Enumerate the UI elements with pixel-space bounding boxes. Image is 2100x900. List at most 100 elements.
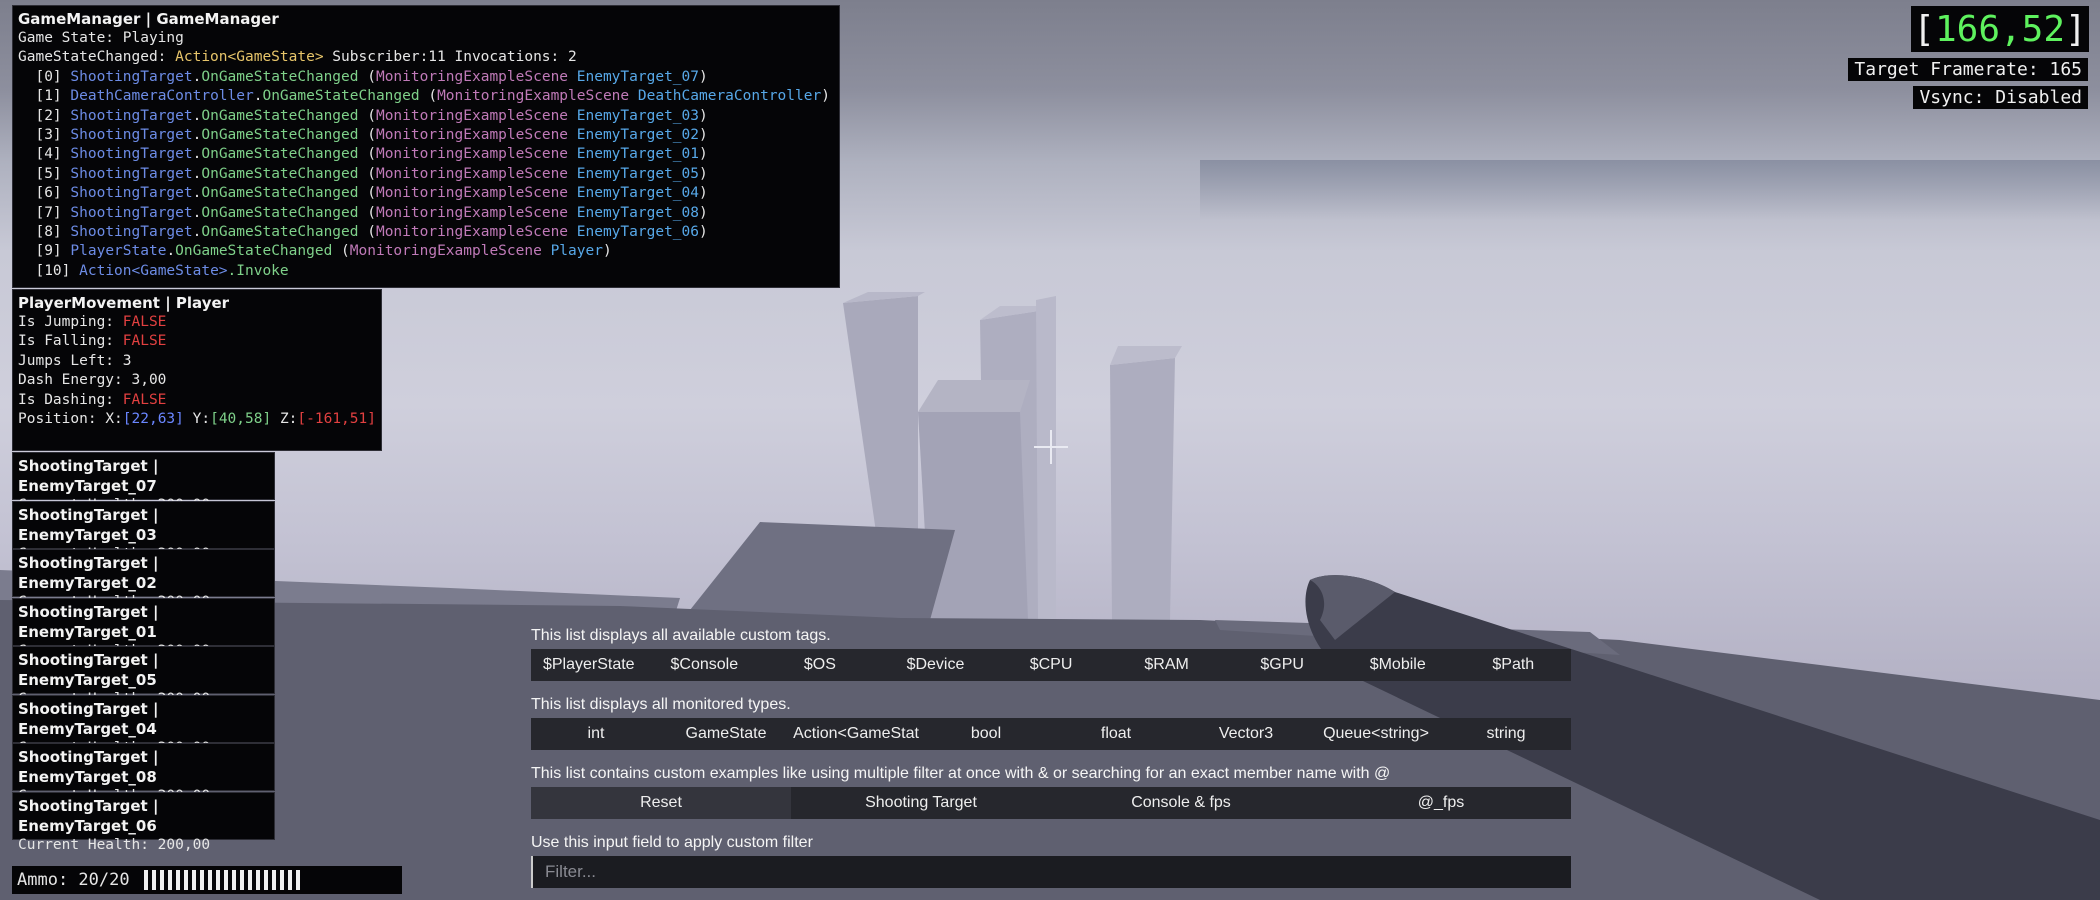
ammo-round bbox=[247, 870, 252, 890]
is-jumping-row: Is Jumping: FALSE bbox=[18, 313, 376, 332]
subscriber-row: [6] ShootingTarget.OnGameStateChanged (M… bbox=[35, 185, 708, 202]
shooting-target-title: ShootingTarget | EnemyTarget_01 bbox=[18, 603, 159, 641]
invoke-type: Action<GameState> bbox=[79, 262, 228, 279]
tag-filter-button[interactable]: $PlayerState bbox=[531, 649, 647, 681]
subscriber-object: EnemyTarget_07 bbox=[576, 68, 699, 85]
is-falling-value: FALSE bbox=[122, 333, 167, 350]
position-y-value: [40,58] bbox=[210, 411, 272, 428]
subscriber-scene: MonitoringExampleScene bbox=[375, 107, 569, 124]
position-x-label: X: bbox=[105, 411, 123, 428]
tags-caption: This list displays all available custom … bbox=[531, 627, 831, 644]
subscriber-row: [0] ShootingTarget.OnGameStateChanged (M… bbox=[35, 68, 708, 85]
position-x-value: [22,63] bbox=[122, 411, 184, 428]
subscriber-index: [2] bbox=[35, 107, 62, 124]
fps-counter: [166,52] bbox=[1911, 6, 2089, 52]
example-filter-button[interactable]: Shooting Target bbox=[791, 787, 1051, 819]
pillar-far-left bbox=[843, 296, 918, 560]
type-filter-button[interactable]: GameState bbox=[661, 718, 791, 750]
ammo-round bbox=[239, 870, 244, 890]
tag-filter-button[interactable]: $Console bbox=[647, 649, 763, 681]
subscriber-method: OnGameStateChanged bbox=[262, 88, 420, 105]
subscriber-type: ShootingTarget bbox=[70, 146, 193, 163]
tag-filter-button[interactable]: $GPU bbox=[1224, 649, 1340, 681]
type-filter-button[interactable]: string bbox=[1441, 718, 1571, 750]
fps-value: 166,52 bbox=[1934, 8, 2066, 50]
subscriber-object: Player bbox=[550, 243, 603, 260]
is-jumping-label: Is Jumping: bbox=[18, 314, 115, 330]
tag-filter-button[interactable]: $Device bbox=[878, 649, 994, 681]
subscriber-object: EnemyTarget_05 bbox=[576, 165, 699, 182]
subscriber-scene: MonitoringExampleScene bbox=[375, 127, 569, 144]
event-type: Action<GameState> bbox=[175, 49, 324, 66]
ramp bbox=[690, 522, 955, 620]
subscriber-type: ShootingTarget bbox=[70, 68, 193, 85]
crosshair-horizontal bbox=[1034, 446, 1068, 448]
tag-filter-button[interactable]: $RAM bbox=[1109, 649, 1225, 681]
subscriber-method: OnGameStateChanged bbox=[201, 107, 359, 124]
game-manager-panel: GameManager | GameManager Game State: Pl… bbox=[12, 5, 840, 288]
invoke-index: [10] bbox=[35, 262, 71, 279]
pillar-right bbox=[1110, 358, 1175, 620]
ammo-bar-indicator bbox=[143, 870, 300, 890]
shooting-target-title: ShootingTarget | EnemyTarget_04 bbox=[18, 700, 159, 738]
ammo-round bbox=[151, 870, 156, 890]
type-filter-button[interactable]: float bbox=[1051, 718, 1181, 750]
shooting-target-panel: ShootingTarget | EnemyTarget_06 Current … bbox=[12, 792, 275, 853]
fps-bracket-open: [ bbox=[1913, 8, 1935, 50]
type-filter-button[interactable]: Vector3 bbox=[1181, 718, 1311, 750]
subscriber-type: ShootingTarget bbox=[70, 107, 193, 124]
types-caption: This list displays all monitored types. bbox=[531, 696, 791, 713]
position-z-value: [-161,51] bbox=[297, 411, 376, 428]
subscriber-scene: MonitoringExampleScene bbox=[375, 146, 569, 163]
ammo-counter: Ammo: 20/20 bbox=[12, 866, 402, 894]
tag-filter-button[interactable]: $Mobile bbox=[1340, 649, 1456, 681]
type-filter-button[interactable]: Action<GameStat bbox=[791, 718, 921, 750]
subscriber-object: EnemyTarget_04 bbox=[576, 185, 699, 202]
invoke-method: .Invoke bbox=[227, 262, 289, 279]
subscriber-method: OnGameStateChanged bbox=[175, 243, 333, 260]
subscriber-index: [3] bbox=[35, 127, 62, 144]
pillar-thin bbox=[1036, 296, 1056, 620]
subscriber-method: OnGameStateChanged bbox=[201, 204, 359, 221]
shooting-target-panel: ShootingTarget | EnemyTarget_05 Current … bbox=[12, 646, 275, 707]
subscriber-object: EnemyTarget_03 bbox=[576, 107, 699, 124]
position-y-label: Y: bbox=[192, 411, 211, 428]
subscriber-method: OnGameStateChanged bbox=[201, 68, 359, 85]
is-dashing-row: Is Dashing: FALSE bbox=[18, 391, 376, 410]
type-filter-button[interactable]: Queue<string> bbox=[1311, 718, 1441, 750]
tag-filter-button[interactable]: $OS bbox=[762, 649, 878, 681]
type-filter-button[interactable]: bool bbox=[921, 718, 1051, 750]
position-label: Position: bbox=[18, 411, 97, 428]
type-filter-button[interactable]: int bbox=[531, 718, 661, 750]
filter-input-section: Use this input field to apply custom fil… bbox=[531, 834, 1571, 888]
shooting-target-title: ShootingTarget | EnemyTarget_07 bbox=[18, 457, 159, 495]
tags-section: This list displays all available custom … bbox=[531, 627, 1571, 681]
example-filter-button[interactable]: Console & fps bbox=[1051, 787, 1311, 819]
subscriber-row: [1] DeathCameraController.OnGameStateCha… bbox=[35, 88, 830, 105]
ammo-round bbox=[207, 870, 212, 890]
subscriber-method: OnGameStateChanged bbox=[201, 146, 359, 163]
subscriber-index: [0] bbox=[35, 68, 62, 85]
types-section: This list displays all monitored types. … bbox=[531, 696, 1571, 750]
shooting-target-title: ShootingTarget | EnemyTarget_08 bbox=[18, 748, 159, 786]
subscriber-scene: MonitoringExampleScene bbox=[375, 185, 569, 202]
example-filter-button[interactable]: Reset bbox=[531, 787, 791, 819]
ammo-round bbox=[231, 870, 236, 890]
tag-filter-button[interactable]: $Path bbox=[1456, 649, 1572, 681]
subscriber-row: [2] ShootingTarget.OnGameStateChanged (M… bbox=[35, 107, 708, 124]
filter-input[interactable] bbox=[531, 856, 1571, 888]
is-dashing-label: Is Dashing: bbox=[18, 391, 115, 408]
shooting-target-panel: ShootingTarget | EnemyTarget_02 Current … bbox=[12, 549, 275, 610]
ammo-round bbox=[159, 870, 164, 890]
example-filter-button[interactable]: @_fps bbox=[1311, 787, 1571, 819]
subscriber-object: EnemyTarget_06 bbox=[576, 224, 699, 241]
examples-bar: Reset Shooting Target Console & fps @_fps bbox=[531, 787, 1571, 819]
tag-filter-button[interactable]: $CPU bbox=[993, 649, 1109, 681]
subscriber-method: OnGameStateChanged bbox=[201, 185, 359, 202]
filter-input-caption: Use this input field to apply custom fil… bbox=[531, 834, 813, 851]
subscriber-row: [5] ShootingTarget.OnGameStateChanged (M… bbox=[35, 165, 708, 182]
shooting-target-panel: ShootingTarget | EnemyTarget_01 Current … bbox=[12, 598, 275, 659]
subscriber-index: [7] bbox=[35, 204, 62, 221]
examples-caption: This list contains custom examples like … bbox=[531, 765, 1391, 782]
subscriber-type: ShootingTarget bbox=[70, 185, 193, 202]
